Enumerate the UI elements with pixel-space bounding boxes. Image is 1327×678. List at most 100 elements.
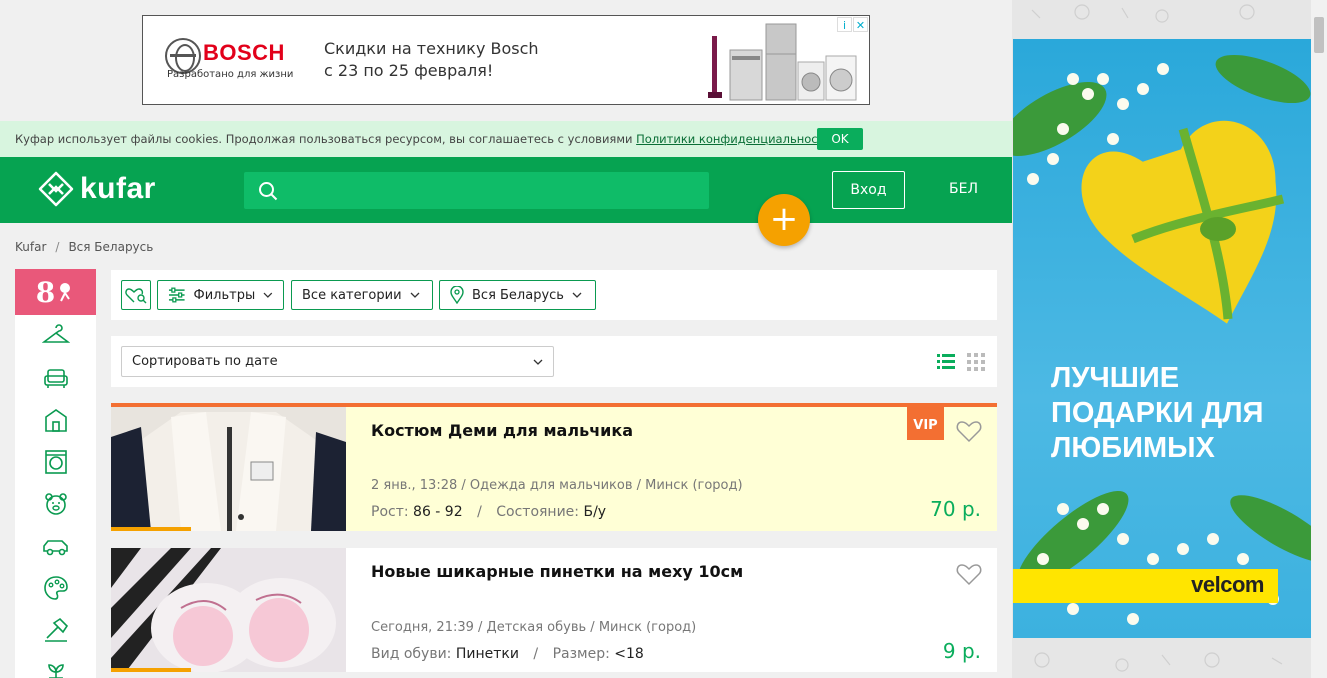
- listing-title[interactable]: Новые шикарные пинетки на меху 10см: [371, 562, 743, 581]
- flower-icon: [60, 283, 71, 302]
- march-8-promo[interactable]: 8: [15, 269, 96, 315]
- listing-meta: 2 янв., 13:28 / Одежда для мальчиков / М…: [371, 478, 743, 493]
- param-value: Б/у: [583, 504, 607, 520]
- scrollbar-thumb[interactable]: [1314, 17, 1324, 53]
- filter-bar: Фильтры Все категории Вся Беларусь: [111, 270, 997, 320]
- ad-line-2: с 23 по 25 февраля!: [324, 61, 494, 80]
- favorite-heart-icon[interactable]: [956, 419, 982, 443]
- listing-photo[interactable]: [111, 548, 346, 672]
- kufar-logo-text: kufar: [80, 172, 156, 205]
- cookie-text: Куфар использует файлы cookies. Продолжа…: [15, 132, 835, 146]
- sort-bar: Сортировать по дате: [111, 336, 997, 387]
- grid-view-icon[interactable]: [967, 353, 985, 371]
- site-header: kufar Вход БЕЛ: [0, 157, 1012, 223]
- jacket-photo: [111, 407, 346, 531]
- listing-card[interactable]: Новые шикарные пинетки на меху 10см Сего…: [111, 548, 997, 672]
- listing-photo[interactable]: [111, 407, 346, 531]
- param-value: <18: [614, 646, 644, 662]
- listing-price: 9 р.: [942, 639, 981, 663]
- param-value: 86 - 92: [413, 504, 463, 520]
- param-label: Размер:: [552, 646, 610, 662]
- washing-machine-icon: [44, 450, 67, 474]
- favorite-heart-icon[interactable]: [956, 562, 982, 586]
- sidebar-item-repair[interactable]: [15, 609, 96, 651]
- sidebar-item-hobby[interactable]: [15, 567, 96, 609]
- vip-badge: VIP: [907, 407, 944, 440]
- kufar-logo[interactable]: kufar: [38, 171, 156, 207]
- lily-valley-image: [1013, 54, 1311, 625]
- listing-price: 70 р.: [930, 497, 981, 521]
- chevron-down-icon: [572, 292, 582, 298]
- search-icon: [259, 182, 278, 201]
- sort-dropdown[interactable]: Сортировать по дате: [121, 346, 554, 377]
- param-label: Рост:: [371, 504, 409, 520]
- privacy-policy-link[interactable]: Политики конфиденциальности: [636, 132, 832, 146]
- car-icon: [42, 540, 68, 556]
- cookie-banner: Куфар использует файлы cookies. Продолжа…: [0, 121, 1012, 157]
- sidebar-item-furniture[interactable]: [15, 357, 96, 399]
- sort-selected-label: Сортировать по дате: [132, 354, 278, 369]
- right-ad-column: ЛУЧШИЕ ПОДАРКИ ДЛЯ ЛЮБИМЫХ velcom: [1012, 0, 1327, 678]
- language-switch[interactable]: БЕЛ: [949, 181, 978, 197]
- region-label: Вся Беларусь: [472, 287, 564, 303]
- photo-progress-bar: [111, 668, 191, 672]
- velcom-logo: velcom: [1191, 572, 1264, 597]
- saved-search-button[interactable]: [121, 280, 151, 310]
- breadcrumb-region[interactable]: Вся Беларусь: [68, 240, 153, 254]
- listing-title[interactable]: Костюм Деми для мальчика: [371, 421, 633, 440]
- location-pin-icon: [450, 286, 464, 304]
- param-label: Состояние:: [496, 504, 580, 520]
- param-label: Вид обуви:: [371, 646, 452, 662]
- chevron-down-icon: [533, 359, 543, 365]
- listing-meta: Сегодня, 21:39 / Детская обувь / Минск (…: [371, 620, 697, 635]
- kufar-logo-icon: [38, 171, 74, 207]
- filters-button[interactable]: Фильтры: [157, 280, 284, 310]
- ad-brand: BOSCH: [203, 40, 285, 65]
- sidebar-item-appliances[interactable]: [15, 441, 96, 483]
- top-ad-area: BOSCH Разработано для жизни Скидки на те…: [0, 0, 1012, 121]
- category-sidebar: 8: [15, 269, 96, 678]
- listing-card[interactable]: Костюм Деми для мальчика 2 янв., 13:28 /…: [111, 403, 997, 531]
- page-scrollbar[interactable]: [1311, 0, 1327, 678]
- filters-label: Фильтры: [193, 287, 256, 303]
- ad-text: Скидки на технику Bosch с 23 по 25 февра…: [324, 38, 564, 82]
- promo-number: 8: [35, 275, 56, 309]
- ad-info-icon[interactable]: i: [837, 17, 852, 32]
- breadcrumb-home[interactable]: Kufar: [15, 240, 46, 254]
- plant-icon: [47, 664, 64, 678]
- sidebar-item-kids[interactable]: [15, 483, 96, 525]
- velcom-banner-ad[interactable]: ЛУЧШИЕ ПОДАРКИ ДЛЯ ЛЮБИМЫХ velcom: [1013, 39, 1311, 638]
- search-input[interactable]: [244, 172, 709, 209]
- ad-headline-line-3: ЛЮБИМЫХ: [1051, 432, 1215, 464]
- region-dropdown[interactable]: Вся Беларусь: [439, 280, 596, 310]
- booties-photo: [111, 548, 346, 672]
- bosch-banner-ad[interactable]: BOSCH Разработано для жизни Скидки на те…: [142, 15, 870, 105]
- velcom-logo-bar: velcom: [1013, 569, 1278, 603]
- listing-params: Вид обуви: Пинетки / Размер: <18: [371, 646, 644, 662]
- list-view-icon[interactable]: [937, 353, 955, 369]
- appliances-image: [708, 23, 857, 101]
- cookie-message: Куфар использует файлы cookies. Продолжа…: [15, 132, 637, 146]
- listing-params: Рост: 86 - 92 / Состояние: Б/у: [371, 504, 606, 520]
- param-separator: /: [477, 504, 482, 520]
- chevron-down-icon: [263, 292, 273, 298]
- cookie-ok-button[interactable]: OK: [817, 128, 863, 150]
- hammer-icon: [44, 617, 68, 642]
- category-dropdown[interactable]: Все категории: [291, 280, 433, 310]
- add-listing-button[interactable]: +: [758, 194, 810, 246]
- photo-progress-bar: [111, 527, 191, 531]
- hanger-icon: [41, 324, 70, 343]
- param-separator: /: [533, 646, 539, 662]
- sidebar-item-garden[interactable]: [15, 651, 96, 678]
- sidebar-item-clothes[interactable]: [15, 315, 96, 357]
- teddy-bear-icon: [44, 493, 67, 515]
- house-icon: [44, 409, 67, 432]
- sidebar-item-realty[interactable]: [15, 399, 96, 441]
- login-button[interactable]: Вход: [832, 171, 905, 209]
- armchair-icon: [43, 369, 68, 388]
- palette-icon: [43, 576, 68, 600]
- breadcrumb: Kufar / Вся Беларусь: [15, 240, 153, 254]
- ad-close-icon[interactable]: ✕: [853, 17, 868, 32]
- sidebar-item-auto[interactable]: [15, 525, 96, 567]
- ad-tagline: Разработано для жизни: [167, 69, 294, 80]
